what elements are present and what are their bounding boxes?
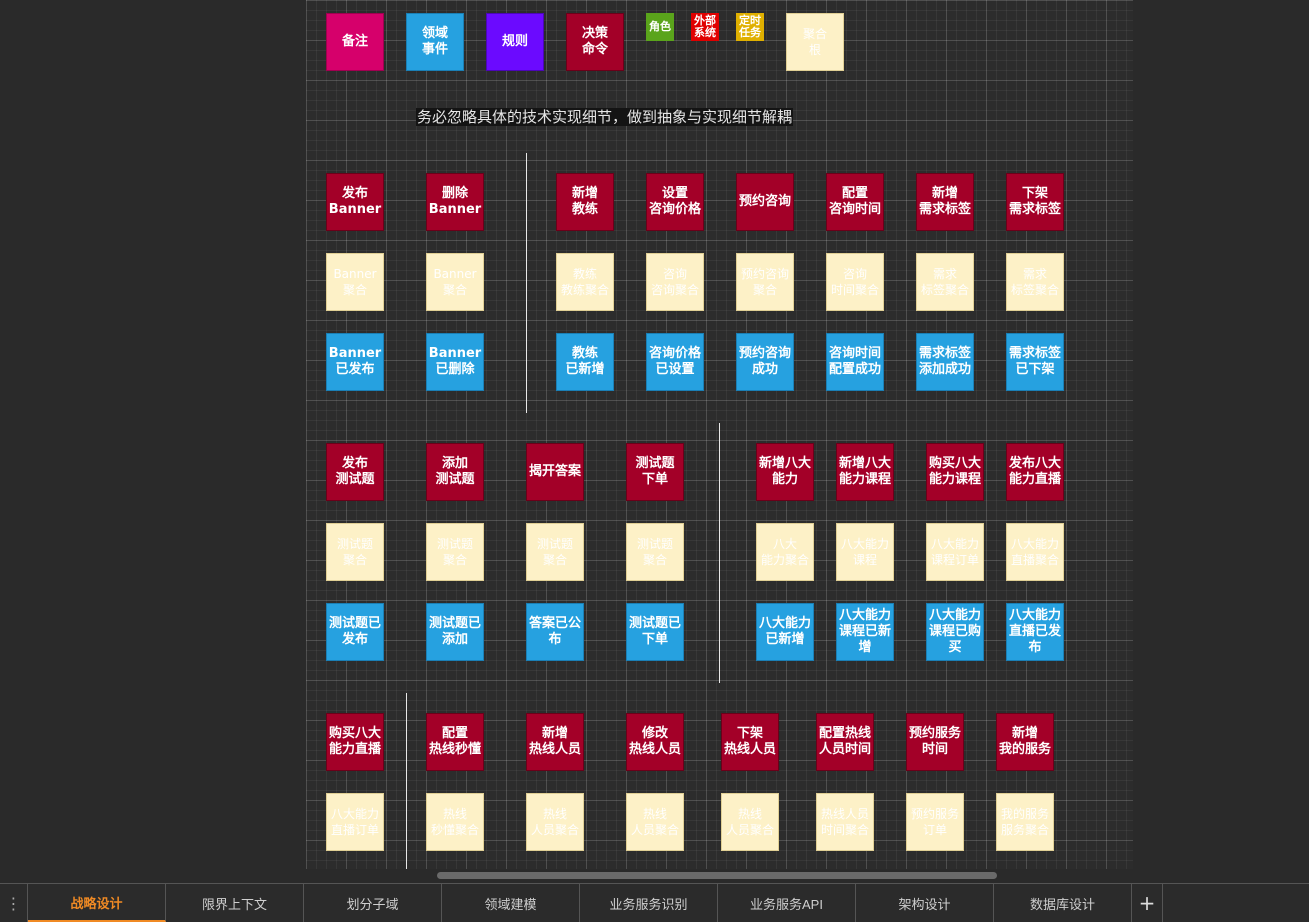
event-note[interactable]: Banner 已发布 [326,333,384,391]
event-note[interactable]: 需求标签 已下架 [1006,333,1064,391]
legend-remark-note[interactable]: 备注 [326,13,384,71]
command-note[interactable]: 配置热线 人员时间 [816,713,874,771]
aggregate-note[interactable]: 八大能力 直播聚合 [1006,523,1064,581]
aggregate-note[interactable]: Banner 聚合 [326,253,384,311]
aggregate-note[interactable]: 热线 秒懂聚合 [426,793,484,851]
aggregate-note[interactable]: 预约服务 订单 [906,793,964,851]
divider-line [719,423,720,683]
command-note[interactable]: 添加 测试题 [426,443,484,501]
command-note[interactable]: 下架 需求标签 [1006,173,1064,231]
legend-role-note[interactable]: 角色 [646,13,674,41]
divider-line [406,693,407,869]
aggregate-note[interactable]: 八大 能力聚合 [756,523,814,581]
event-note[interactable]: 测试题已 下单 [626,603,684,661]
aggregate-note[interactable]: 热线人员 时间聚合 [816,793,874,851]
event-note[interactable]: 测试题已 发布 [326,603,384,661]
sheet-tab[interactable]: 数据库设计 [994,884,1132,922]
command-note[interactable]: 测试题 下单 [626,443,684,501]
event-note[interactable]: 教练 已新增 [556,333,614,391]
aggregate-note[interactable]: 八大能力 直播订单 [326,793,384,851]
sheet-tab[interactable]: 业务服务识别 [580,884,718,922]
command-note[interactable]: 购买八大 能力课程 [926,443,984,501]
command-note[interactable]: 新增 需求标签 [916,173,974,231]
aggregate-note[interactable]: Banner 聚合 [426,253,484,311]
command-note[interactable]: 新增 热线人员 [526,713,584,771]
event-note[interactable]: 需求标签 添加成功 [916,333,974,391]
command-note[interactable]: 新增 我的服务 [996,713,1054,771]
event-note[interactable]: 八大能力 直播已发 布 [1006,603,1064,661]
caption-text[interactable]: 务必忽略具体的技术实现细节，做到抽象与实现细节解耦 [416,108,794,126]
legend-rule-note[interactable]: 规则 [486,13,544,71]
command-note[interactable]: 配置 热线秒懂 [426,713,484,771]
sheet-tab[interactable]: 战略设计 [28,884,166,922]
event-note[interactable]: 八大能力 课程已购 买 [926,603,984,661]
command-note[interactable]: 购买八大 能力直播 [326,713,384,771]
sheet-tab[interactable]: 领域建模 [442,884,580,922]
command-note[interactable]: 新增 教练 [556,173,614,231]
event-note[interactable]: 预约咨询 成功 [736,333,794,391]
divider-line [526,153,527,413]
aggregate-note[interactable]: 测试题 聚合 [626,523,684,581]
command-note[interactable]: 预约服务 时间 [906,713,964,771]
diagram-canvas[interactable]: 备注 领域 事件 规则 决策 命令 角色 外部 系统 定时 任务 聚合 根 务必… [306,0,1133,869]
legend-aggregate-note[interactable]: 聚合 根 [786,13,844,71]
event-note[interactable]: 八大能力 课程已新 增 [836,603,894,661]
event-note[interactable]: 咨询时间 配置成功 [826,333,884,391]
event-note[interactable]: 测试题已 添加 [426,603,484,661]
aggregate-note[interactable]: 八大能力 课程 [836,523,894,581]
legend-command-note[interactable]: 决策 命令 [566,13,624,71]
aggregate-note[interactable]: 咨询 时间聚合 [826,253,884,311]
command-note[interactable]: 下架 热线人员 [721,713,779,771]
aggregate-note[interactable]: 咨询 咨询聚合 [646,253,704,311]
add-sheet-button[interactable]: + [1132,884,1163,922]
legend-domain-event-note[interactable]: 领域 事件 [406,13,464,71]
command-note[interactable]: 修改 热线人员 [626,713,684,771]
aggregate-note[interactable]: 测试题 聚合 [326,523,384,581]
aggregate-note[interactable]: 测试题 聚合 [426,523,484,581]
event-note[interactable]: 咨询价格 已设置 [646,333,704,391]
aggregate-note[interactable]: 八大能力 课程订单 [926,523,984,581]
aggregate-note[interactable]: 测试题 聚合 [526,523,584,581]
legend-scheduled-task-note[interactable]: 定时 任务 [736,13,764,41]
aggregate-note[interactable]: 热线 人员聚合 [526,793,584,851]
sheet-tab[interactable]: 限界上下文 [166,884,304,922]
aggregate-note[interactable]: 我的服务 服务聚合 [996,793,1054,851]
command-note[interactable]: 删除 Banner [426,173,484,231]
command-note[interactable]: 发布八大 能力直播 [1006,443,1064,501]
command-note[interactable]: 发布 Banner [326,173,384,231]
command-note[interactable]: 发布 测试题 [326,443,384,501]
command-note[interactable]: 揭开答案 [526,443,584,501]
aggregate-note[interactable]: 预约咨询 聚合 [736,253,794,311]
event-note[interactable]: 答案已公 布 [526,603,584,661]
legend-external-system-note[interactable]: 外部 系统 [691,13,719,41]
horizontal-scrollbar[interactable] [437,872,997,879]
command-note[interactable]: 设置 咨询价格 [646,173,704,231]
command-note[interactable]: 新增八大 能力 [756,443,814,501]
sheet-tab[interactable]: 业务服务API [718,884,856,922]
tab-menu-handle-icon[interactable]: ⋮ [0,884,28,922]
sheet-tab[interactable]: 架构设计 [856,884,994,922]
aggregate-note[interactable]: 需求 标签聚合 [1006,253,1064,311]
command-note[interactable]: 预约咨询 [736,173,794,231]
sheet-tab-bar: ⋮ 战略设计 限界上下文 划分子域 领域建模 业务服务识别 业务服务API 架构设计 数据库设… [0,883,1309,922]
sheet-tab[interactable]: 划分子域 [304,884,442,922]
command-note[interactable]: 配置 咨询时间 [826,173,884,231]
event-note[interactable]: Banner 已删除 [426,333,484,391]
aggregate-note[interactable]: 需求 标签聚合 [916,253,974,311]
event-note[interactable]: 八大能力 已新增 [756,603,814,661]
aggregate-note[interactable]: 热线 人员聚合 [626,793,684,851]
sheet-tabs: 战略设计 限界上下文 划分子域 领域建模 业务服务识别 业务服务API 架构设计 数据库设计 [28,884,1132,922]
aggregate-note[interactable]: 热线 人员聚合 [721,793,779,851]
command-note[interactable]: 新增八大 能力课程 [836,443,894,501]
aggregate-note[interactable]: 教练 教练聚合 [556,253,614,311]
